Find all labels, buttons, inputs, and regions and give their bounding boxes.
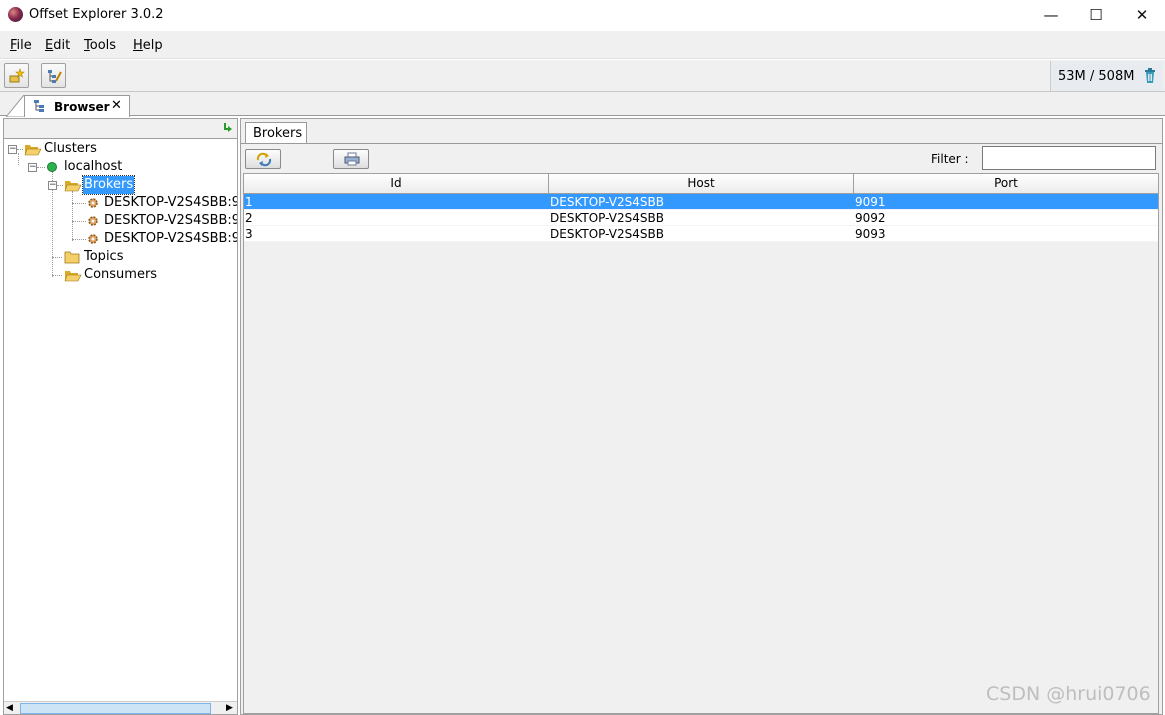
collapse-toggle[interactable]: − [8, 145, 17, 154]
broker-gear-icon [88, 216, 98, 226]
tab-browser-label: Browser [54, 100, 110, 114]
memory-indicator: 53M / 508M [1050, 61, 1163, 91]
close-window-button[interactable]: ✕ [1119, 0, 1165, 31]
collapse-toggle[interactable]: − [48, 181, 57, 190]
column-header-port[interactable]: Port [854, 174, 1158, 194]
tree-node-clusters[interactable]: − Clusters [4, 140, 237, 158]
tree-node-localhost[interactable]: − localhost [4, 158, 237, 176]
filter-label: Filter : [931, 152, 969, 166]
close-tab-icon[interactable]: ✕ [111, 98, 122, 113]
tab-brokers-label: Brokers [253, 126, 303, 141]
window-title: Offset Explorer 3.0.2 [29, 7, 164, 22]
tree-label-localhost: localhost [64, 159, 123, 174]
tree-node-broker[interactable]: DESKTOP-V2S4SBB:9092 [4, 212, 237, 230]
menu-edit[interactable]: Edit [45, 38, 70, 53]
menu-help-label: elp [142, 38, 163, 53]
tree-node-brokers[interactable]: − Brokers [4, 175, 237, 195]
cell-host: DESKTOP-V2S4SBB [550, 211, 664, 225]
memory-usage: 53M / 508M [1058, 69, 1135, 84]
menu-file-label: ile [16, 38, 32, 53]
add-cluster-button[interactable] [4, 63, 29, 88]
brokers-table: Id Host Port 1 DESKTOP-V2S4SBB 9091 2 DE… [243, 173, 1159, 714]
tree-label-broker: DESKTOP-V2S4SBB:9091 [104, 195, 237, 210]
filter-input[interactable] [982, 146, 1156, 170]
menu-edit-label: dit [53, 38, 71, 53]
scroll-right-icon[interactable]: ▶ [226, 703, 233, 713]
brokers-panel: Brokers Filter : Id Host Port 1 DESKTOP-… [240, 118, 1163, 715]
scrollbar-thumb[interactable] [20, 703, 211, 714]
tree-node-broker[interactable]: DESKTOP-V2S4SBB:9091 [4, 194, 237, 212]
tree-label-consumers: Consumers [84, 267, 158, 282]
tree-label-broker: DESKTOP-V2S4SBB:9093 [104, 231, 237, 246]
table-row[interactable]: 3 DESKTOP-V2S4SBB 9093 [244, 226, 1158, 242]
tree-panel-header [4, 119, 237, 138]
table-header: Id Host Port [244, 174, 1158, 194]
view-tab-strip: Browser ✕ [0, 92, 1165, 117]
tree-node-topics[interactable]: Topics [4, 248, 237, 266]
tree-horizontal-scrollbar[interactable]: ◀ ▶ [4, 701, 237, 714]
collapse-toggle[interactable]: − [28, 163, 37, 172]
browser-tree-icon [34, 100, 44, 112]
edit-tree-icon [48, 70, 62, 83]
collapse-arrow-icon[interactable] [222, 122, 234, 134]
tree-label-brokers: Brokers [81, 175, 136, 195]
column-header-host[interactable]: Host [549, 174, 854, 194]
cluster-tree: − Clusters − localhost − Brokers DESKTOP… [4, 138, 237, 701]
cell-port: 9093 [855, 227, 886, 241]
watermark: CSDN @hrui0706 [986, 683, 1151, 705]
menu-tools-label: ools [89, 38, 117, 53]
broker-gear-icon [88, 198, 98, 208]
menu-bar: File Edit Tools Help [0, 31, 1165, 59]
cell-host: DESKTOP-V2S4SBB [550, 227, 664, 241]
folder-icon [64, 251, 80, 264]
tree-label-clusters: Clusters [44, 141, 97, 156]
menu-help[interactable]: Help [133, 38, 163, 53]
broker-gear-icon [88, 234, 98, 244]
minimize-button[interactable]: — [1028, 0, 1074, 31]
print-icon [344, 152, 360, 166]
menu-tools[interactable]: Tools [84, 38, 116, 53]
table-row[interactable]: 1 DESKTOP-V2S4SBB 9091 [244, 194, 1158, 210]
app-logo-icon [8, 7, 23, 22]
add-cluster-icon [9, 68, 25, 83]
cell-id: 2 [245, 211, 253, 225]
tree-label-topics: Topics [84, 249, 124, 264]
tab-browser[interactable]: Browser ✕ [24, 95, 130, 117]
maximize-button[interactable]: ☐ [1073, 0, 1119, 31]
menu-help-mnemonic: H [133, 38, 143, 53]
tree-label-broker: DESKTOP-V2S4SBB:9092 [104, 213, 237, 228]
title-bar: Offset Explorer 3.0.2 — ☐ ✕ [0, 0, 1165, 31]
tab-brokers[interactable]: Brokers [245, 122, 307, 144]
cluster-connected-icon [47, 162, 57, 172]
tree-node-consumers[interactable]: Consumers [4, 266, 237, 284]
column-header-id[interactable]: Id [244, 174, 549, 194]
cell-port: 9091 [855, 195, 886, 209]
refresh-button[interactable] [245, 149, 281, 169]
print-button[interactable] [333, 149, 369, 169]
scroll-left-icon[interactable]: ◀ [6, 703, 13, 713]
edit-tree-button[interactable] [41, 63, 66, 88]
trash-icon[interactable] [1144, 68, 1156, 83]
cell-id: 1 [245, 195, 253, 209]
menu-file[interactable]: File [10, 38, 32, 53]
refresh-icon [256, 152, 272, 167]
open-folder-icon [64, 181, 82, 192]
divider [241, 143, 1162, 144]
open-folder-icon [24, 145, 42, 156]
cell-host: DESKTOP-V2S4SBB [550, 195, 664, 209]
tree-node-broker[interactable]: DESKTOP-V2S4SBB:9093 [4, 230, 237, 248]
cell-id: 3 [245, 227, 253, 241]
tree-panel: − Clusters − localhost − Brokers DESKTOP… [3, 118, 238, 715]
open-folder-icon [64, 271, 82, 282]
menu-edit-mnemonic: E [45, 38, 54, 53]
table-row[interactable]: 2 DESKTOP-V2S4SBB 9092 [244, 210, 1158, 226]
cell-port: 9092 [855, 211, 886, 225]
toolbar: 53M / 508M [0, 60, 1165, 92]
